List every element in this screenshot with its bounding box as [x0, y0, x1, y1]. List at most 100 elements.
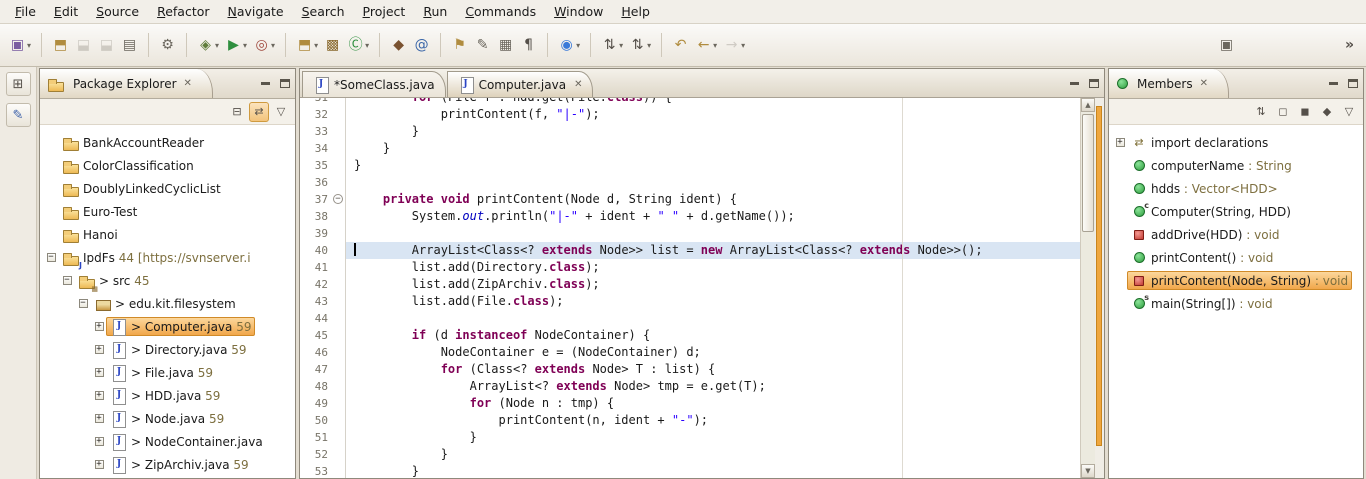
minimize-editor-button[interactable]	[1064, 73, 1084, 93]
build-button[interactable]: ⚙	[156, 33, 179, 57]
code-line-53[interactable]: 53 }	[300, 463, 1080, 478]
code-line-52[interactable]: 52 }	[300, 446, 1080, 463]
next-annotation-button-dropdown-icon[interactable]: ▾	[619, 41, 623, 50]
last-edit-location-button[interactable]: ↶	[669, 33, 692, 57]
javadoc-button[interactable]: @	[410, 33, 433, 57]
tree-item-edu-kit-filesystem[interactable]: −> edu.kit.filesystem	[40, 292, 295, 315]
expand-icon[interactable]: +	[92, 391, 106, 400]
fold-collapse-icon[interactable]: −	[333, 194, 343, 204]
collapse-all-button[interactable]: ⊟	[227, 102, 247, 122]
code-line-46[interactable]: 46 NodeContainer e = (NodeContainer) d;	[300, 344, 1080, 361]
members-tab[interactable]: Members ✕	[1109, 69, 1229, 98]
package-explorer-tab[interactable]: Package Explorer ✕	[40, 69, 213, 98]
print-button[interactable]: ▤	[118, 33, 141, 57]
expand-icon[interactable]: +	[1113, 138, 1127, 147]
link-with-editor-button[interactable]: ⇄	[249, 102, 269, 122]
minimize-view-button[interactable]	[255, 74, 275, 94]
scroll-up-icon[interactable]: ▲	[1081, 98, 1095, 112]
scroll-down-icon[interactable]: ▼	[1081, 464, 1095, 478]
debug-button[interactable]: ◈▾	[194, 33, 222, 57]
tree-item-ipdfs[interactable]: −JIpdFs 44 [https://svnserver.i	[40, 246, 295, 269]
menu-navigate[interactable]: Navigate	[219, 1, 293, 22]
code-line-38[interactable]: 38 System.out.println("|-" + ident + " "…	[300, 208, 1080, 225]
sort-members-button[interactable]: ⇅	[1251, 102, 1271, 122]
member-item-main-string[interactable]: smain(String[]) : void	[1109, 292, 1363, 315]
restore-views-button[interactable]: ⊞	[6, 72, 31, 96]
jar-export-button[interactable]: ◆	[387, 33, 410, 57]
tree-item-file-java[interactable]: +J> File.java 59	[40, 361, 295, 384]
save-button[interactable]: ⬓	[72, 33, 95, 57]
maximize-view-button[interactable]	[1343, 74, 1363, 94]
minimize-view-button[interactable]	[1323, 74, 1343, 94]
maximize-view-button[interactable]	[275, 74, 295, 94]
tree-item-hdd-java[interactable]: +J> HDD.java 59	[40, 384, 295, 407]
tree-item-bankaccountreader[interactable]: BankAccountReader	[40, 131, 295, 154]
code-line-42[interactable]: 42 list.add(ZipArchiv.class);	[300, 276, 1080, 293]
menu-source[interactable]: Source	[87, 1, 148, 22]
code-line-49[interactable]: 49 for (Node n : tmp) {	[300, 395, 1080, 412]
menu-file[interactable]: File	[6, 1, 45, 22]
new-java-project-button-dropdown-icon[interactable]: ▾	[314, 41, 318, 50]
profile-button-dropdown-icon[interactable]: ▾	[271, 41, 275, 50]
debug-button-dropdown-icon[interactable]: ▾	[215, 41, 219, 50]
collapse-icon[interactable]: −	[76, 299, 90, 308]
menu-project[interactable]: Project	[354, 1, 415, 22]
editor-scrollbar[interactable]: ▲ ▼	[1080, 98, 1095, 478]
tree-item-colorclassification[interactable]: ColorClassification	[40, 154, 295, 177]
collapse-icon[interactable]: −	[60, 276, 74, 285]
code-area[interactable]: 31 for (File f : hdd.get(File.class)) {3…	[300, 98, 1080, 478]
expand-icon[interactable]: +	[92, 414, 106, 423]
new-wizard-button-dropdown-icon[interactable]: ▾	[27, 41, 31, 50]
back-button-dropdown-icon[interactable]: ▾	[713, 41, 717, 50]
open-web-browser-button[interactable]: ◉▾	[555, 33, 583, 57]
new-class-button-dropdown-icon[interactable]: ▾	[365, 41, 369, 50]
code-line-34[interactable]: 34 }	[300, 140, 1080, 157]
tree-item-hanoi[interactable]: Hanoi	[40, 223, 295, 246]
scrollbar-thumb[interactable]	[1082, 114, 1094, 232]
new-class-button[interactable]: Ⓒ▾	[344, 33, 372, 57]
tree-item-computer-java[interactable]: +J> Computer.java 59	[40, 315, 295, 338]
member-item-import-declarations[interactable]: +import declarations	[1109, 131, 1363, 154]
show-whitespace-button[interactable]: ¶	[517, 33, 540, 57]
new-wizard-button[interactable]: ▣▾	[6, 33, 34, 57]
forward-button[interactable]: →▾	[720, 33, 748, 57]
menu-search[interactable]: Search	[293, 1, 354, 22]
code-line-44[interactable]: 44	[300, 310, 1080, 327]
code-line-33[interactable]: 33 }	[300, 123, 1080, 140]
code-line-47[interactable]: 47 for (Class<? extends Node> T : list) …	[300, 361, 1080, 378]
member-item-computername[interactable]: computerName : String	[1109, 154, 1363, 177]
show-annotations-button[interactable]: ▦	[494, 33, 517, 57]
member-item-adddrive-hdd[interactable]: addDrive(HDD) : void	[1109, 223, 1363, 246]
member-item-computer-string-hdd[interactable]: cComputer(String, HDD)	[1109, 200, 1363, 223]
maximize-editor-button[interactable]	[1084, 73, 1104, 93]
expand-icon[interactable]: +	[92, 322, 106, 331]
hide-fields-button[interactable]: ◻	[1273, 102, 1293, 122]
new-package-button[interactable]: ▩	[321, 33, 344, 57]
scrapbook-view-button[interactable]: ✎	[6, 103, 31, 127]
run-button-dropdown-icon[interactable]: ▾	[243, 41, 247, 50]
save-all-button[interactable]: ⬓	[95, 33, 118, 57]
code-line-41[interactable]: 41 list.add(Directory.class);	[300, 259, 1080, 276]
close-tab-icon[interactable]: ✕	[574, 79, 582, 90]
editor-tab-computer-java[interactable]: JComputer.java✕	[447, 71, 594, 97]
toolbar-overflow-button[interactable]: »	[1341, 35, 1358, 55]
code-line-45[interactable]: 45 if (d instanceof NodeContainer) {	[300, 327, 1080, 344]
expand-icon[interactable]: +	[92, 368, 106, 377]
tree-item-doublylinkedcycliclist[interactable]: DoublyLinkedCyclicList	[40, 177, 295, 200]
tree-item-src[interactable]: −▦> src 45	[40, 269, 295, 292]
profile-button[interactable]: ◎▾	[250, 33, 278, 57]
run-button[interactable]: ▶▾	[222, 33, 250, 57]
new-java-project-button[interactable]: ⬒▾	[293, 33, 321, 57]
view-menu-button[interactable]: ▽	[271, 102, 291, 122]
expand-icon[interactable]: +	[92, 437, 106, 446]
open-web-browser-button-dropdown-icon[interactable]: ▾	[576, 41, 580, 50]
collapse-icon[interactable]: −	[44, 253, 58, 262]
tree-item-ziparchiv-java[interactable]: +J> ZipArchiv.java 59	[40, 453, 295, 476]
menu-edit[interactable]: Edit	[45, 1, 87, 22]
code-line-50[interactable]: 50 printContent(n, ident + "-");	[300, 412, 1080, 429]
menu-window[interactable]: Window	[545, 1, 612, 22]
next-annotation-button[interactable]: ⇅▾	[598, 33, 626, 57]
member-item-hdds[interactable]: hdds : Vector<HDD>	[1109, 177, 1363, 200]
open-resource-button[interactable]: ⬒	[49, 33, 72, 57]
code-line-43[interactable]: 43 list.add(File.class);	[300, 293, 1080, 310]
